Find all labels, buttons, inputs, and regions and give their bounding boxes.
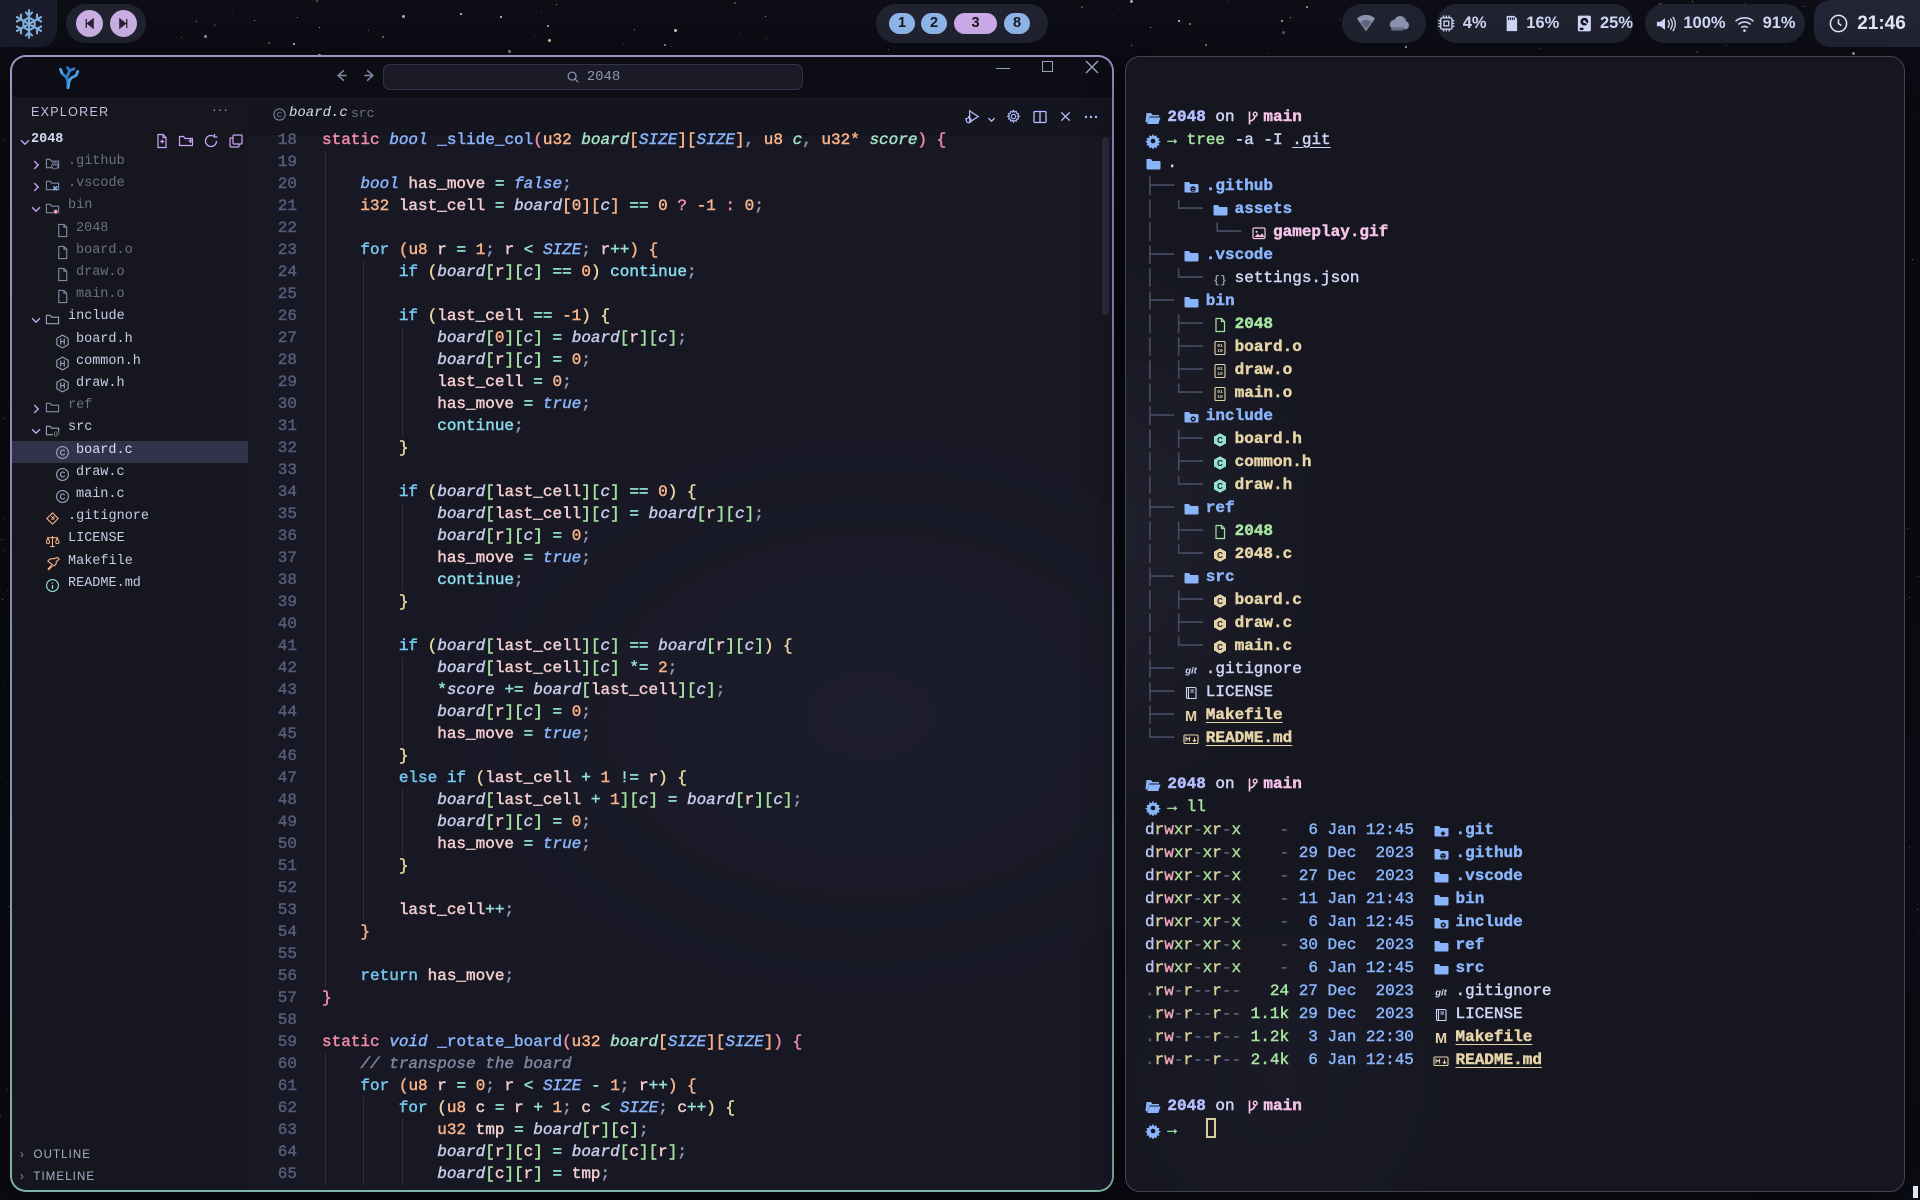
svg-text:{}: {} xyxy=(1214,275,1227,287)
svg-text:C: C xyxy=(1217,482,1223,491)
svg-text:M: M xyxy=(1435,1031,1447,1046)
svg-text:C: C xyxy=(1217,620,1223,629)
svg-text:H: H xyxy=(60,337,66,346)
svg-text:C: C xyxy=(1217,551,1223,560)
svg-text:C: C xyxy=(1217,597,1223,606)
svg-text:H: H xyxy=(60,381,66,390)
svg-text:git: git xyxy=(1434,988,1447,999)
svg-text:C: C xyxy=(60,448,66,457)
svg-text:10: 10 xyxy=(1217,394,1223,400)
svg-text:C: C xyxy=(1217,436,1223,445)
svg-text:M: M xyxy=(1185,709,1197,724)
svg-text:H: H xyxy=(60,359,66,368)
svg-text:C: C xyxy=(1217,643,1223,652)
svg-text:10: 10 xyxy=(1217,371,1223,377)
svg-text:git: git xyxy=(1185,666,1198,677)
svg-text:C: C xyxy=(1217,459,1223,468)
svg-text:10: 10 xyxy=(1217,348,1223,354)
svg-text:C: C xyxy=(60,492,66,501)
svg-text:C: C xyxy=(60,470,66,479)
svg-text:C: C xyxy=(277,110,283,119)
svg-text:(): () xyxy=(54,431,58,437)
